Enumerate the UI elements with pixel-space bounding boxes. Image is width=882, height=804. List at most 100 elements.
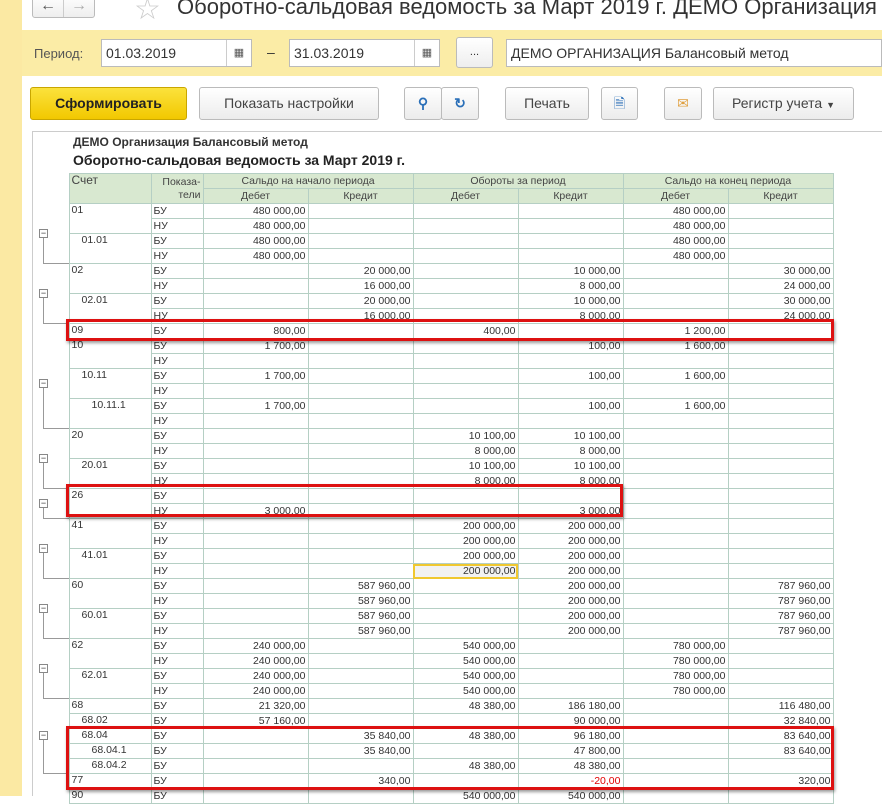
value-cell[interactable] <box>412 368 519 384</box>
account-cell[interactable]: 60.01 <box>68 608 152 639</box>
account-cell[interactable]: 10.11 <box>68 368 152 399</box>
value-cell[interactable] <box>412 263 519 279</box>
value-cell[interactable] <box>307 563 414 579</box>
indicator-cell[interactable]: БУ <box>150 608 204 624</box>
value-cell[interactable] <box>307 413 414 429</box>
indicator-cell[interactable]: БУ <box>150 203 204 219</box>
indicator-cell[interactable]: БУ <box>150 458 204 474</box>
show-settings-button[interactable]: Показать настройки <box>199 87 379 120</box>
indicator-cell[interactable]: НУ <box>150 278 204 294</box>
collapse-group-icon[interactable]: − <box>39 498 48 508</box>
value-cell[interactable]: 480 000,00 <box>202 248 309 264</box>
favorite-star-icon[interactable]: ☆ <box>134 0 161 27</box>
print-button[interactable]: Печать <box>505 87 589 120</box>
value-cell[interactable] <box>622 518 729 534</box>
value-cell[interactable] <box>307 248 414 264</box>
indicator-cell[interactable]: БУ <box>150 698 204 714</box>
value-cell[interactable] <box>202 413 309 429</box>
indicator-cell[interactable]: БУ <box>150 788 204 804</box>
value-cell[interactable] <box>307 398 414 414</box>
value-cell[interactable] <box>202 263 309 279</box>
value-cell[interactable] <box>202 518 309 534</box>
account-cell[interactable]: 62 <box>68 638 152 669</box>
value-cell[interactable] <box>307 443 414 459</box>
value-cell[interactable] <box>622 428 729 444</box>
value-cell[interactable] <box>727 428 834 444</box>
value-cell[interactable] <box>727 413 834 429</box>
value-cell[interactable]: 780 000,00 <box>622 668 729 684</box>
indicator-cell[interactable]: БУ <box>150 233 204 249</box>
generate-button[interactable]: Сформировать <box>30 87 187 120</box>
value-cell[interactable]: 8 000,00 <box>412 443 519 459</box>
indicator-cell[interactable]: НУ <box>150 218 204 234</box>
calendar-icon[interactable]: ▦ <box>414 40 439 66</box>
value-cell[interactable]: 240 000,00 <box>202 683 309 699</box>
value-cell[interactable] <box>202 353 309 369</box>
value-cell[interactable] <box>307 533 414 549</box>
value-cell[interactable] <box>622 608 729 624</box>
value-cell[interactable]: 10 100,00 <box>412 428 519 444</box>
value-cell[interactable] <box>727 548 834 564</box>
value-cell[interactable]: 100,00 <box>517 368 624 384</box>
value-cell[interactable] <box>727 533 834 549</box>
value-cell[interactable]: 480 000,00 <box>622 233 729 249</box>
value-cell[interactable] <box>727 443 834 459</box>
value-cell[interactable]: 8 000,00 <box>517 443 624 459</box>
indicator-cell[interactable]: НУ <box>150 563 204 579</box>
account-cell[interactable]: 68 <box>68 698 152 714</box>
value-cell[interactable] <box>412 293 519 309</box>
value-cell[interactable] <box>412 593 519 609</box>
collapse-group-icon[interactable]: − <box>39 663 48 673</box>
value-cell[interactable] <box>307 698 414 714</box>
value-cell[interactable] <box>307 203 414 219</box>
value-cell[interactable] <box>517 248 624 264</box>
value-cell[interactable] <box>517 353 624 369</box>
value-cell[interactable] <box>412 218 519 234</box>
account-cell[interactable]: 02 <box>68 263 152 294</box>
account-cell[interactable]: 41.01 <box>68 548 152 579</box>
value-cell[interactable]: 24 000,00 <box>727 278 834 294</box>
value-cell[interactable] <box>202 608 309 624</box>
value-cell[interactable] <box>727 653 834 669</box>
indicator-cell[interactable]: НУ <box>150 383 204 399</box>
account-cell[interactable]: 01 <box>68 203 152 234</box>
value-cell[interactable]: 540 000,00 <box>517 788 624 804</box>
value-cell[interactable]: 1 600,00 <box>622 368 729 384</box>
indicator-cell[interactable]: НУ <box>150 413 204 429</box>
indicator-cell[interactable]: БУ <box>150 638 204 654</box>
search-reset-icon[interactable]: ↻ <box>441 87 479 120</box>
value-cell[interactable]: 240 000,00 <box>202 653 309 669</box>
value-cell[interactable] <box>727 488 834 504</box>
value-cell[interactable]: 20 000,00 <box>307 293 414 309</box>
value-cell[interactable]: 480 000,00 <box>202 233 309 249</box>
value-cell[interactable] <box>307 518 414 534</box>
value-cell[interactable]: 240 000,00 <box>202 668 309 684</box>
indicator-cell[interactable]: НУ <box>150 653 204 669</box>
value-cell[interactable]: 587 960,00 <box>307 593 414 609</box>
date-from-field[interactable]: 01.03.2019 ▦ <box>101 39 252 67</box>
indicator-cell[interactable]: НУ <box>150 443 204 459</box>
value-cell[interactable]: 10 000,00 <box>517 263 624 279</box>
value-cell[interactable] <box>202 428 309 444</box>
value-cell[interactable] <box>307 653 414 669</box>
value-cell[interactable]: 787 960,00 <box>727 593 834 609</box>
value-cell[interactable]: 780 000,00 <box>622 638 729 654</box>
value-cell[interactable]: 540 000,00 <box>412 788 519 804</box>
collapse-group-icon[interactable]: − <box>39 288 48 298</box>
value-cell[interactable]: 787 960,00 <box>727 578 834 594</box>
value-cell[interactable]: 20 000,00 <box>307 263 414 279</box>
value-cell[interactable] <box>727 503 834 519</box>
value-cell[interactable] <box>202 563 309 579</box>
value-cell[interactable]: 10 100,00 <box>517 458 624 474</box>
value-cell[interactable] <box>727 518 834 534</box>
collapse-group-icon[interactable]: − <box>39 453 48 463</box>
value-cell[interactable] <box>202 788 309 804</box>
search-icon[interactable]: ⚲ <box>404 87 442 120</box>
value-cell[interactable]: 16 000,00 <box>307 278 414 294</box>
value-cell[interactable]: 780 000,00 <box>622 653 729 669</box>
indicator-cell[interactable]: БУ <box>150 398 204 414</box>
value-cell[interactable] <box>307 383 414 399</box>
value-cell[interactable] <box>727 788 834 804</box>
value-cell[interactable] <box>622 788 729 804</box>
value-cell[interactable]: 200 000,00 <box>517 548 624 564</box>
